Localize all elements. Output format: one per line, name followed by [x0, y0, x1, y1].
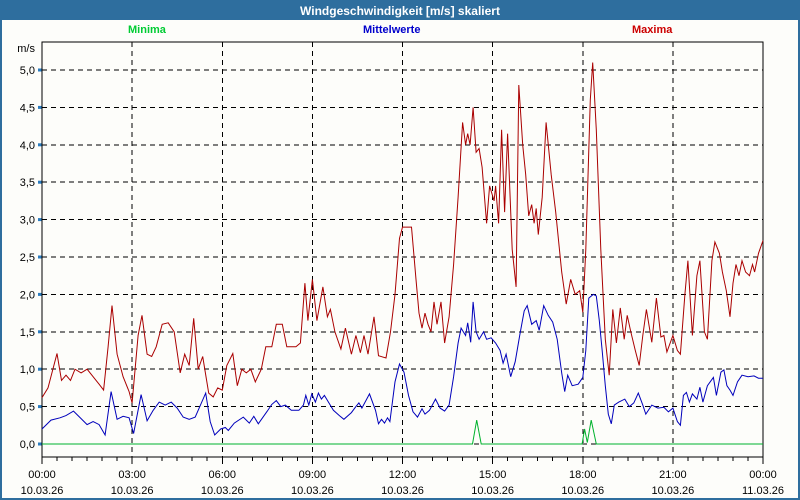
axes: [38, 41, 764, 464]
y-tick-label: 0,5: [20, 402, 35, 414]
y-tick-label: 2,5: [20, 252, 35, 264]
x-tick-date: 10.03.26: [471, 485, 514, 497]
x-tick-date: 10.03.26: [651, 485, 694, 497]
x-tick-date: 10.03.26: [111, 485, 154, 497]
y-tick-label: 4,0: [20, 140, 35, 152]
x-tick-time: 03:00: [118, 469, 146, 481]
y-axis-tick: [38, 442, 42, 446]
x-tick-date: 11.03.26: [742, 485, 784, 497]
title-bar: Windgeschwindigkeit [m/s] skaliert: [2, 2, 798, 20]
x-tick-date: 10.03.26: [21, 485, 64, 497]
y-axis-tick: [38, 105, 42, 109]
legend-mittelwerte: Mittelwerte: [363, 24, 421, 36]
x-tick-time: 18:00: [569, 469, 597, 481]
window-title: Windgeschwindigkeit [m/s] skaliert: [300, 4, 500, 18]
y-tick-label: 2,0: [20, 289, 35, 301]
chart-window: 0,0 0,5 1,0 1,5 2,0 2,5 3,0 3,5 4,0 4,5 5,0 m/s 00:0…: [0, 0, 800, 500]
x-tick-time: 15:00: [479, 469, 507, 481]
y-axis-tick: [38, 292, 42, 296]
x-tick-time: 00:00: [749, 469, 777, 481]
legend-minima: Minima: [128, 24, 166, 36]
y-tick-label: 3,0: [20, 215, 35, 227]
x-tick-date: 10.03.26: [561, 485, 604, 497]
y-axis-tick: [38, 330, 42, 334]
x-tick-time: 09:00: [299, 469, 327, 481]
x-tick-date: 10.03.26: [291, 485, 334, 497]
y-tick-label: 4,5: [20, 102, 35, 114]
x-tick-date: 10.03.26: [381, 485, 424, 497]
x-tick-time: 21:00: [659, 469, 687, 481]
gridlines: [42, 42, 763, 457]
y-tick-label: 5,0: [20, 65, 35, 77]
y-tick-label: 3,5: [20, 177, 35, 189]
x-tick-date: 10.03.26: [201, 485, 244, 497]
y-axis-tick: [38, 143, 42, 147]
y-tick-label: 0,0: [20, 439, 35, 451]
x-tick-time: 12:00: [389, 469, 417, 481]
legend-maxima: Maxima: [632, 24, 673, 36]
wind-speed-chart: 0,0 0,5 1,0 1,5 2,0 2,5 3,0 3,5 4,0 4,5 5,0 m/s 00:0…: [17, 41, 784, 497]
x-tick-time: 06:00: [208, 469, 236, 481]
y-axis-tick: [38, 218, 42, 222]
y-tick-label: 1,0: [20, 364, 35, 376]
x-tick-time: 00:00: [28, 469, 56, 481]
y-axis-tick: [38, 405, 42, 409]
y-axis-tick: [38, 367, 42, 371]
y-tick-label: 1,5: [20, 327, 35, 339]
y-axis-tick: [38, 68, 42, 72]
y-axis-unit: m/s: [17, 43, 35, 55]
y-axis-tick: [38, 180, 42, 184]
y-axis-tick: [38, 255, 42, 259]
